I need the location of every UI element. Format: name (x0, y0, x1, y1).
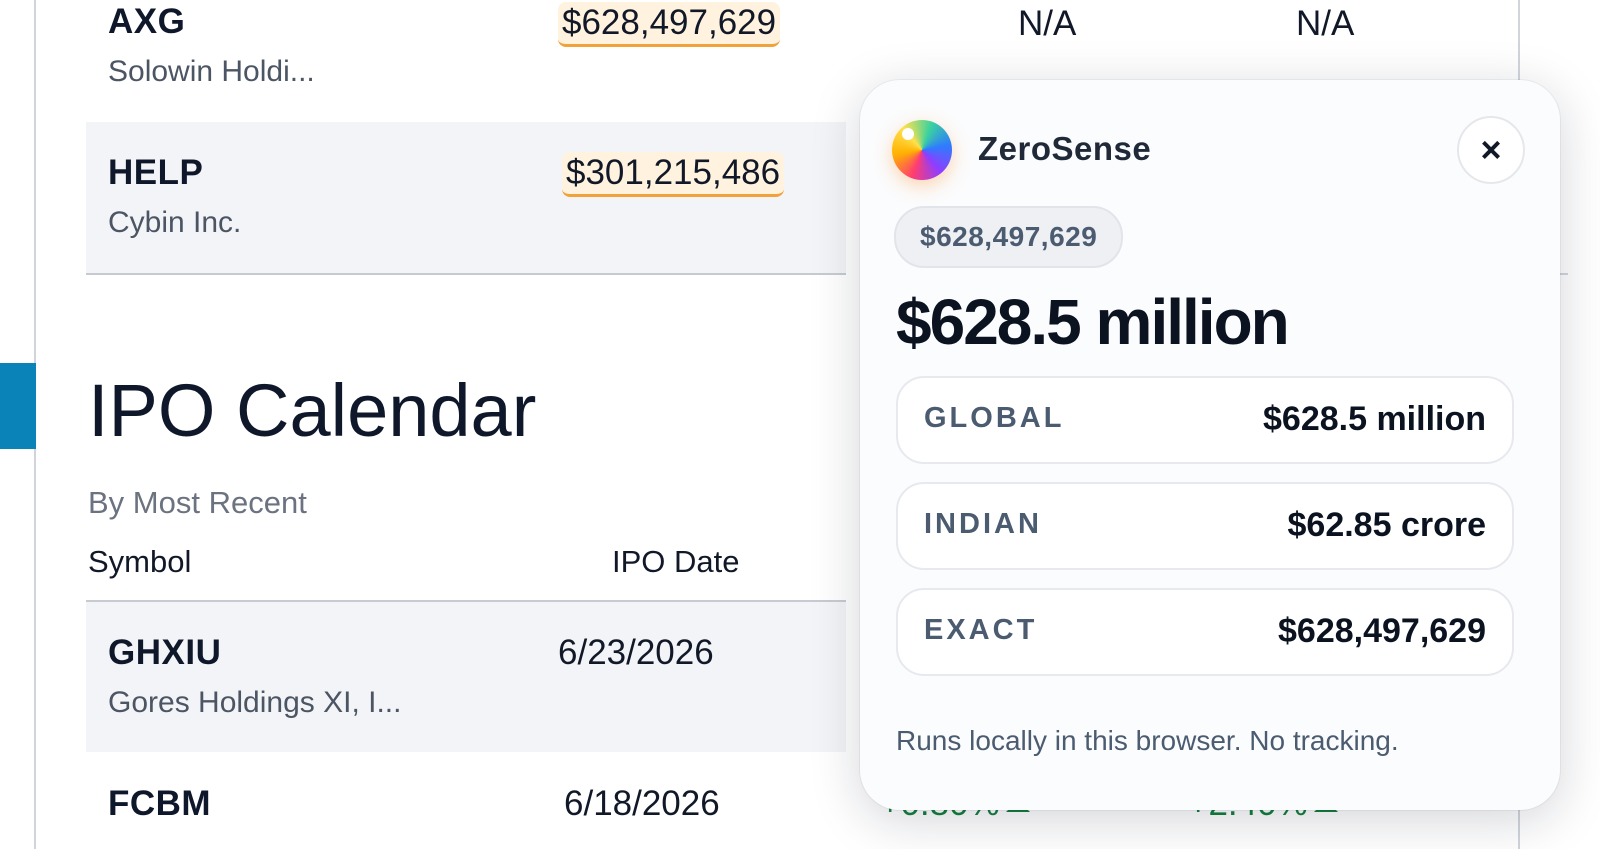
row-symbol[interactable]: AXG (108, 2, 185, 42)
close-button[interactable]: × (1457, 116, 1525, 184)
row-symbol[interactable]: FCBM (108, 784, 211, 824)
close-icon: × (1480, 129, 1502, 170)
conversion-card-exact: EXACT $628,497,629 (896, 588, 1514, 676)
card-label: INDIAN (924, 508, 1042, 540)
row-ipo-date: 6/18/2026 (564, 784, 720, 823)
zerosense-logo-icon (892, 120, 952, 180)
card-label: EXACT (924, 614, 1038, 646)
card-value: $628,497,629 (1278, 612, 1486, 650)
active-nav-indicator[interactable] (0, 363, 36, 449)
conversion-card-global: GLOBAL $628.5 million (896, 376, 1514, 464)
row-company: Gores Holdings XI, I... (108, 686, 402, 719)
row-symbol[interactable]: GHXIU (108, 633, 221, 673)
converted-headline: $628.5 million (896, 286, 1290, 358)
row-company: Cybin Inc. (108, 206, 242, 239)
conversion-card-indian: INDIAN $62.85 crore (896, 482, 1514, 570)
table-row-background (86, 602, 846, 752)
card-label: GLOBAL (924, 402, 1065, 434)
row-ipo-date: 6/23/2026 (558, 633, 714, 672)
table-divider (86, 273, 846, 275)
section-subtitle: By Most Recent (88, 485, 307, 520)
section-title: IPO Calendar (88, 369, 537, 452)
popup-brand: ZeroSense (978, 130, 1152, 167)
row-company: Solowin Holdi... (108, 55, 315, 88)
row-cell: N/A (1296, 4, 1355, 43)
card-value: $62.85 crore (1287, 506, 1487, 544)
column-header-ipo-date[interactable]: IPO Date (612, 544, 740, 580)
source-amount-chip: $628,497,629 (894, 206, 1124, 268)
card-value: $628.5 million (1263, 400, 1486, 438)
zerosense-popup: ZeroSense × $628,497,629 $628.5 million … (860, 80, 1560, 810)
row-cell: N/A (1018, 4, 1077, 43)
column-header-symbol[interactable]: Symbol (88, 544, 191, 580)
highlighted-amount[interactable]: $628,497,629 (558, 2, 781, 47)
row-symbol[interactable]: HELP (108, 153, 203, 193)
table-row-background (86, 122, 846, 274)
privacy-footnote: Runs locally in this browser. No trackin… (896, 725, 1399, 756)
highlighted-amount[interactable]: $301,215,486 (562, 152, 785, 197)
